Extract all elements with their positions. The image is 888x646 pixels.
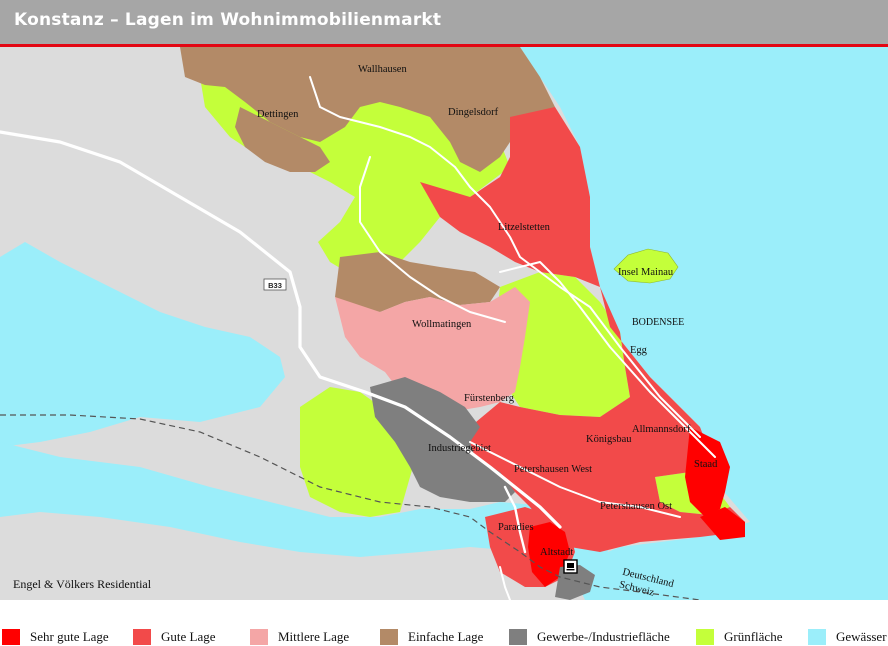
label-petershausen-ost: Petershausen Ost xyxy=(600,501,672,512)
legend-swatch xyxy=(696,629,714,645)
label-altstadt: Altstadt xyxy=(540,547,573,558)
label-wallhausen: Wallhausen xyxy=(358,64,407,75)
legend-item-mittel: Mittlere Lage xyxy=(250,629,349,645)
label-insel-mainau: Insel Mainau xyxy=(618,267,674,278)
legend-label: Mittlere Lage xyxy=(278,629,350,644)
header-bar: Konstanz – Lagen im Wohnimmobilienmarkt xyxy=(0,0,888,47)
legend-item-gruen: Grünfläche xyxy=(696,629,782,645)
legend-item-wasser: Gewässer xyxy=(808,629,887,645)
credit-text: Engel & Völkers Residential xyxy=(13,577,152,591)
legend-label: Gewässer xyxy=(836,629,887,644)
road-label: B33 xyxy=(268,281,282,290)
legend-item-gut: Gute Lage xyxy=(133,629,216,645)
legend-swatch xyxy=(250,629,268,645)
legend-label: Gute Lage xyxy=(161,629,216,644)
legend-swatch xyxy=(808,629,826,645)
label-petershausen-west: Petershausen West xyxy=(514,464,592,475)
page-title: Konstanz – Lagen im Wohnimmobilienmarkt xyxy=(14,10,442,30)
legend-label: Einfache Lage xyxy=(408,629,484,644)
legend-item-gewerbe: Gewerbe-/Industriefläche xyxy=(509,629,670,645)
label-litzelstetten: Litzelstetten xyxy=(498,222,551,233)
label-wollmatingen: Wollmatingen xyxy=(412,319,472,330)
label-allmannsdorf: Allmannsdorf xyxy=(632,424,691,435)
train-station-icon xyxy=(563,559,578,574)
label-dingelsdorf: Dingelsdorf xyxy=(448,107,499,118)
label-paradies: Paradies xyxy=(498,522,534,533)
label-egg: Egg xyxy=(630,345,648,356)
label-staad: Staad xyxy=(694,459,718,470)
label-dettingen: Dettingen xyxy=(257,109,299,120)
road-shield-b33: B33 xyxy=(263,278,287,291)
legend-swatch xyxy=(509,629,527,645)
legend-swatch xyxy=(380,629,398,645)
label-industriegebiet: Industriegebiet xyxy=(428,443,491,454)
legend-swatch xyxy=(2,629,20,645)
legend-item-sehr-gut: Sehr gute Lage xyxy=(2,629,109,645)
legend-label: Gewerbe-/Industriefläche xyxy=(537,629,670,644)
legend-label: Sehr gute Lage xyxy=(30,629,109,644)
legend-item-einfach: Einfache Lage xyxy=(380,629,483,645)
label-bodensee: BODENSEE xyxy=(632,317,684,328)
legend: Sehr gute Lage Gute Lage Mittlere Lage E… xyxy=(0,600,888,646)
label-fuerstenberg: Fürstenberg xyxy=(464,393,515,404)
legend-label: Grünfläche xyxy=(724,629,783,644)
legend-swatch xyxy=(133,629,151,645)
label-koenigsbau: Königsbau xyxy=(586,434,632,445)
map-canvas: B33 Wallhausen Dettingen Dingelsdorf Lit… xyxy=(0,47,888,600)
map-area[interactable]: B33 Wallhausen Dettingen Dingelsdorf Lit… xyxy=(0,47,888,600)
